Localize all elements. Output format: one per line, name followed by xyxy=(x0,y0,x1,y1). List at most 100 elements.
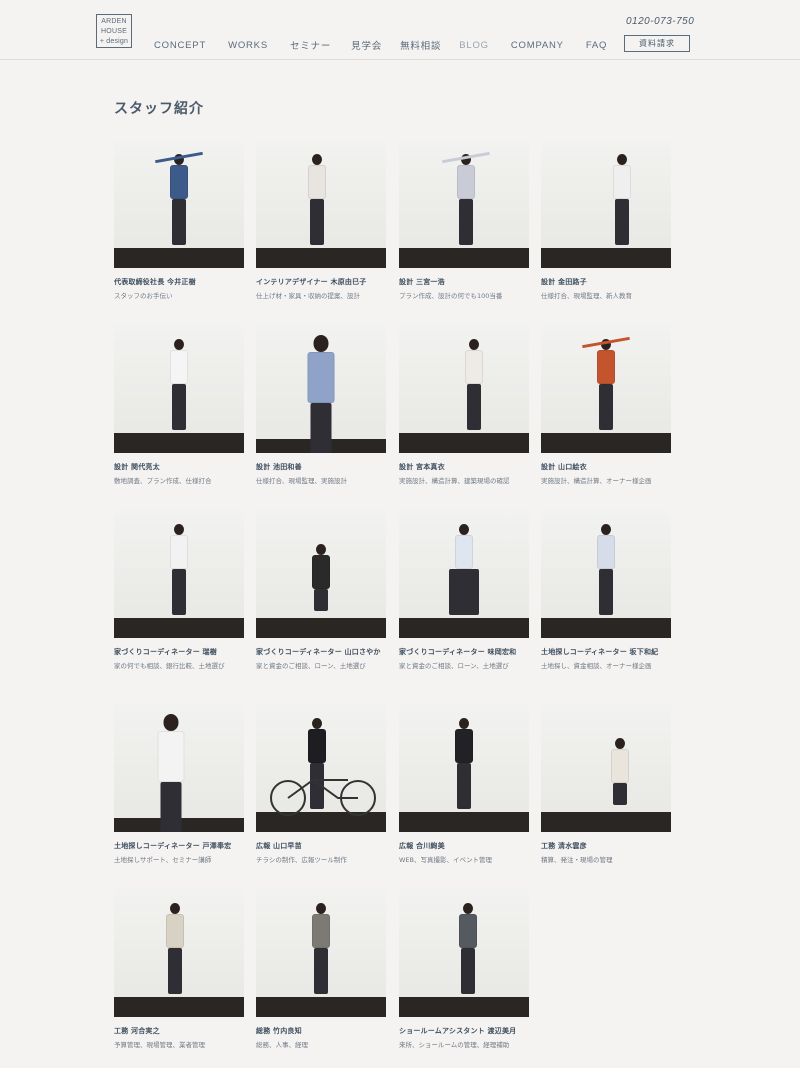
request-brochure-button[interactable]: 資料請求 xyxy=(624,35,690,52)
nav-concept[interactable]: CONCEPT xyxy=(154,40,206,51)
bicycle xyxy=(268,776,378,822)
staff-card[interactable]: ショールームアシスタント 渡辺美月 来所、ショールームの管理、経理補助 xyxy=(399,889,529,1050)
staff-figure xyxy=(442,151,490,264)
staff-card[interactable]: 設計 山口絵衣 実施設計、構造計算、オーナー様企画 xyxy=(541,325,671,486)
staff-name: 設計 宮本真衣 xyxy=(399,463,445,471)
figure-head xyxy=(316,544,326,555)
figure-legs xyxy=(172,384,186,430)
staff-figure xyxy=(602,154,642,264)
staff-role-description: 家の何でも相談、銀行比較、土地選び xyxy=(114,662,225,670)
staff-photo xyxy=(114,889,244,1017)
staff-name: 工務 清水雲彦 xyxy=(541,842,587,850)
figure-torso xyxy=(170,535,188,569)
figure-legs xyxy=(172,199,186,245)
figure-torso xyxy=(308,729,326,763)
staff-figure xyxy=(444,718,484,828)
figure-legs xyxy=(310,199,324,245)
logo-line-3: + design xyxy=(99,38,129,45)
figure-head xyxy=(469,339,479,350)
staff-card[interactable]: インテリアデザイナー 木原由巳子 仕上げ材・家具・収納の提案、設計 xyxy=(256,140,386,301)
staff-card[interactable]: 土地探しコーディネーター 坂下和紀 土地探し、資金相談、オーナー様企画 xyxy=(541,510,671,671)
staff-figure xyxy=(301,544,341,638)
figure-head xyxy=(174,524,184,535)
staff-card[interactable]: 工務 清水雲彦積算、発注・現場の管理 xyxy=(541,704,671,865)
staff-card[interactable]: 家づくりコーディネーター 山口さやか 家と資金のご相談、ローン、土地選び xyxy=(256,510,386,671)
figure-legs xyxy=(172,569,186,615)
staff-photo xyxy=(114,510,244,638)
staff-role-description: スタッフのお手伝い xyxy=(114,292,173,300)
staff-role-description: 実施設計、構造計算、オーナー様企画 xyxy=(541,477,652,485)
staff-figure xyxy=(301,903,341,1013)
staff-photo xyxy=(399,510,529,638)
staff-photo xyxy=(256,140,386,268)
nav-blog[interactable]: BLOG xyxy=(459,40,489,51)
figure-torso xyxy=(613,165,631,199)
staff-figure xyxy=(582,336,630,449)
staff-role-description: WEB、写真撮影、イベント管理 xyxy=(399,856,492,864)
figure-legs xyxy=(457,763,471,809)
figure-torso xyxy=(308,165,326,199)
nav-consultation[interactable]: 無料相談 xyxy=(400,38,441,52)
staff-card[interactable]: 広報 山口早苗 チラシの制作、広報ツール制作 xyxy=(256,704,386,865)
staff-photo xyxy=(399,704,529,832)
nav-open-house[interactable]: 見学会 xyxy=(351,38,382,52)
nav-faq[interactable]: FAQ xyxy=(586,40,607,51)
staff-card[interactable]: 家づくりコーディネーター 瑞樹 家の何でも相談、銀行比較、土地選び xyxy=(114,510,244,671)
staff-card[interactable]: 家づくりコーディネーター 味岡宏和 家と資金のご相談、ローン、土地選び xyxy=(399,510,529,671)
staff-name: 設計 三宮一浩 xyxy=(399,278,445,286)
phone-number[interactable]: 0120-073-750 xyxy=(626,16,694,27)
staff-photo xyxy=(256,510,386,638)
figure-torso xyxy=(459,914,477,948)
main-nav: CONCEPT WORKS セミナー 見学会 無料相談 BLOG COMPANY… xyxy=(154,38,607,53)
figure-head xyxy=(463,903,473,914)
staff-role-description: 来所、ショールームの管理、経理補助 xyxy=(399,1041,510,1049)
site-header: ARDEN HOUSE + design CONCEPT WORKS セミナー … xyxy=(0,0,800,60)
figure-torso xyxy=(455,535,473,569)
staff-card[interactable]: 代表取締役社長 今井正樹 スタッフのお手伝い xyxy=(114,140,244,301)
figure-head xyxy=(459,718,469,729)
staff-role-description: 積算、発注・現場の管理 xyxy=(541,856,613,864)
figure-torso xyxy=(312,555,330,589)
staff-role-description: 土地探しサポート、セミナー講師 xyxy=(114,856,212,864)
figure-legs xyxy=(314,948,328,994)
staff-card[interactable]: 設計 三宮一浩 プラン作成、設計の何でも100当番 xyxy=(399,140,529,301)
staff-card[interactable]: 総務 竹内良知 総務、人事、経理 xyxy=(256,889,386,1050)
nav-works[interactable]: WORKS xyxy=(228,40,268,51)
staff-name: 設計 金田路子 xyxy=(541,278,587,286)
staff-role-description: 総務、人事、経理 xyxy=(256,1041,308,1049)
nav-company[interactable]: COMPANY xyxy=(511,40,564,51)
staff-figure xyxy=(159,524,199,634)
staff-card[interactable]: 工務 河合実之 予算管理、現場管理、業者管理 xyxy=(114,889,244,1050)
staff-card[interactable]: 土地探しコーディネーター 戸澤奉宏 土地探しサポート、セミナー講師 xyxy=(114,704,244,865)
figure-torso xyxy=(166,914,184,948)
staff-name: インテリアデザイナー 木原由巳子 xyxy=(256,278,367,286)
staff-figure xyxy=(155,903,195,1013)
staff-card[interactable]: 設計 関代亮太 敷地調査、プラン作成、仕様打合 xyxy=(114,325,244,486)
staff-figure xyxy=(159,339,199,449)
figure-torso xyxy=(597,535,615,569)
staff-figure xyxy=(141,714,201,832)
staff-role-description: 仕上げ材・家具・収納の提案、設計 xyxy=(256,292,360,300)
company-logo[interactable]: ARDEN HOUSE + design xyxy=(96,14,132,48)
staff-figure xyxy=(586,524,626,634)
staff-card[interactable]: 広報 合川絢美 WEB、写真撮影、イベント管理 xyxy=(399,704,529,865)
staff-photo xyxy=(114,140,244,268)
staff-figure xyxy=(454,339,494,449)
figure-torso xyxy=(170,165,188,199)
staff-role-description: 実施設計、構造計算、建築現場の確認 xyxy=(399,477,510,485)
staff-name: ショールームアシスタント 渡辺美月 xyxy=(399,1027,517,1035)
staff-photo xyxy=(114,704,244,832)
figure-head xyxy=(174,339,184,350)
figure-legs xyxy=(310,402,332,453)
figure-torso xyxy=(307,351,335,403)
nav-seminar[interactable]: セミナー xyxy=(290,38,331,52)
staff-card[interactable]: 設計 池田和善 仕様打合、現場監理、実施設計 xyxy=(256,325,386,486)
staff-card[interactable]: 設計 金田路子 仕様打合、現場監理、新人教育 xyxy=(541,140,671,301)
figure-torso xyxy=(455,729,473,763)
figure-head xyxy=(313,335,329,352)
staff-card[interactable]: 設計 宮本真衣実施設計、構造計算、建築現場の確認 xyxy=(399,325,529,486)
figure-head xyxy=(615,738,625,749)
figure-legs xyxy=(599,569,613,615)
figure-legs xyxy=(449,569,479,615)
logo-line-1: ARDEN xyxy=(101,18,127,25)
